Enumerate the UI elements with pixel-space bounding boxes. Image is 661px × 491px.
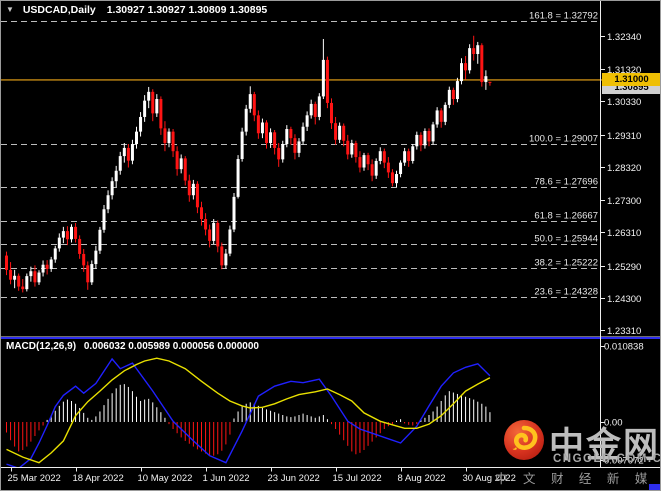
price-axis-label: 1.24300 <box>607 294 641 305</box>
fib-level-label: 50.0 = 1.25944 <box>534 234 598 245</box>
collapse-chart-icon[interactable]: ▼ <box>6 5 14 14</box>
fib-level-label: 78.6 = 1.27696 <box>534 177 598 188</box>
macd-axis-label: 0.007072 <box>604 456 644 467</box>
date-axis-label: 30 Aug 2022 <box>463 473 516 484</box>
candlestick-series <box>5 35 492 293</box>
date-axis-label: 25 Mar 2022 <box>8 473 61 484</box>
price-axis-label: 1.32340 <box>607 32 641 43</box>
price-axis-label: 1.25290 <box>607 262 641 273</box>
price-axis-label: 1.29310 <box>607 131 641 142</box>
window-resize-corner[interactable] <box>649 484 660 490</box>
date-axis-label: 8 Aug 2022 <box>398 473 446 484</box>
macd-axis-label: 0.010838 <box>604 341 644 352</box>
date-axis-label: 18 Apr 2022 <box>73 473 124 484</box>
fib-level-label: 161.8 = 1.32792 <box>529 11 598 22</box>
macd-name: MACD(12,26,9) <box>6 341 77 352</box>
fibonacci-levels: 161.8 = 1.32792 100.0 = 1.29007 78.6 = 1.2… <box>1 11 601 298</box>
price-axis-label: 1.27300 <box>607 196 641 207</box>
date-axis-label: 15 Jul 2022 <box>333 473 382 484</box>
macd-signal-line <box>6 357 491 464</box>
chart-title-bar: ▼ USDCAD,Daily 1.30927 1.30927 1.30809 1… <box>6 4 267 16</box>
price-chart-canvas[interactable]: 161.8 = 1.32792 100.0 = 1.29007 78.6 = 1.2… <box>1 1 660 490</box>
price-axis-label: 1.30330 <box>607 97 641 108</box>
chart-symbol-period: USDCAD,Daily <box>22 4 96 16</box>
panel-separator <box>1 336 660 339</box>
date-axis-label: 1 Jun 2022 <box>203 473 250 484</box>
price-axis-label: 1.26310 <box>607 228 641 239</box>
chart-ohlc-quotes: 1.30927 1.30927 1.30809 1.30895 <box>106 4 268 16</box>
date-axis-label: 23 Jun 2022 <box>268 473 320 484</box>
fib-level-label: 61.8 = 1.26667 <box>534 211 598 222</box>
chart-window: 161.8 = 1.32792 100.0 = 1.29007 78.6 = 1.2… <box>0 0 661 491</box>
macd-values: 0.006032 0.005989 0.000056 0.000000 <box>83 341 259 352</box>
fib-level-label: 23.6 = 1.24328 <box>534 287 598 298</box>
fib-level-label: 100.0 = 1.29007 <box>529 134 598 145</box>
level-price-box[interactable]: 1.31000 <box>602 73 660 86</box>
macd-axis-label: 0.00 <box>604 418 623 429</box>
fib-level-label: 38.2 = 1.25222 <box>534 258 598 269</box>
macd-line <box>6 357 491 467</box>
time-axis: 25 Mar 2022 18 Apr 2022 10 May 2022 1 Jun 2… <box>8 467 516 484</box>
macd-indicator-label: MACD(12,26,9) 0.006032 0.005989 0.000056… <box>6 341 259 352</box>
price-axis-label: 1.23310 <box>607 326 641 337</box>
macd-axis: 0.010838 0.00 0.007072 <box>600 341 644 467</box>
date-axis-label: 10 May 2022 <box>138 473 193 484</box>
macd-panel <box>6 357 491 467</box>
price-axis-label: 1.28320 <box>607 163 641 174</box>
